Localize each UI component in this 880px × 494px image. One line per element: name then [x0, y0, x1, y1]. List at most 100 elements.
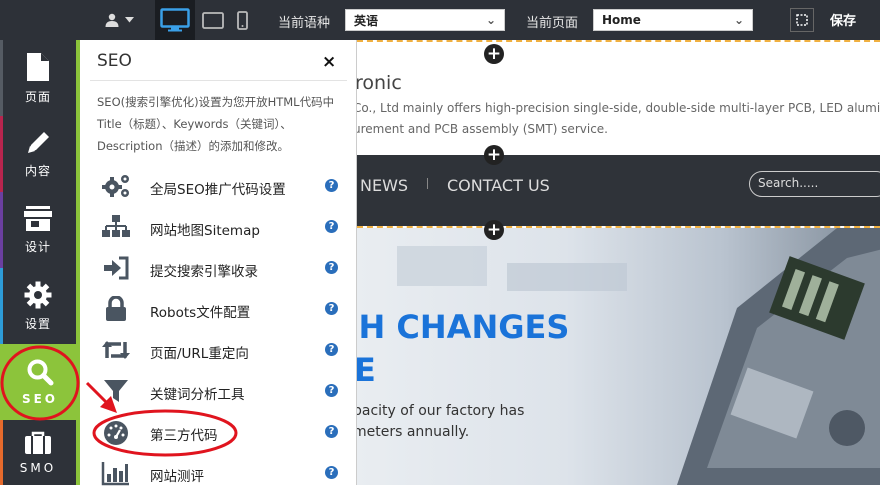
sidebar-item-label: 设计: [24, 239, 51, 254]
file-icon: [27, 52, 49, 81]
sidebar-item-strip: [0, 116, 3, 192]
sitemap-icon: [100, 213, 132, 241]
sidebar-item-design[interactable]: 设计: [0, 192, 76, 268]
gears-icon: [100, 172, 132, 200]
menu-item-label: 页面/URL重定向: [150, 346, 249, 362]
close-icon[interactable]: ×: [322, 52, 336, 72]
seo-panel: SEO × SEO(搜索引擎优化)设置为您开放HTML代码中Title（标题）、…: [80, 40, 357, 486]
gear-icon: [24, 281, 52, 308]
language-value: 英语: [354, 13, 379, 28]
desktop-view-button[interactable]: [155, 0, 195, 40]
retweet-icon: [100, 336, 132, 364]
sign-in-icon: [100, 254, 132, 282]
add-section-button[interactable]: +: [484, 220, 504, 240]
chevron-down-icon: ⌄: [485, 13, 496, 27]
hero-title: CH CHANGES: [357, 308, 570, 346]
store-icon: [24, 205, 52, 231]
menu-item-third-party-code[interactable]: 第三方代码 ?: [80, 412, 357, 453]
menu-item-keyword-tool[interactable]: 关键词分析工具 ?: [80, 371, 357, 412]
sidebar-item-label: SEO: [21, 392, 59, 406]
mobile-icon: [236, 10, 248, 30]
help-icon[interactable]: ?: [325, 425, 338, 438]
company-name: ronic: [357, 72, 402, 94]
site-search-input[interactable]: Search.....: [749, 171, 880, 197]
help-icon[interactable]: ?: [325, 384, 338, 397]
nav-divider: [427, 178, 428, 189]
sidebar-item-label: 设置: [24, 316, 51, 331]
help-icon[interactable]: ?: [325, 179, 338, 192]
page-select[interactable]: Home ⌄: [593, 9, 753, 31]
sidebar-item-strip: [0, 420, 3, 485]
search-icon: [27, 359, 54, 386]
bar-chart-icon: [100, 459, 132, 487]
briefcase-icon: [25, 431, 51, 454]
pencil-icon: [28, 131, 49, 153]
nav-news-link[interactable]: NEWS: [360, 176, 408, 195]
help-icon[interactable]: ?: [325, 220, 338, 233]
add-section-button[interactable]: +: [484, 145, 504, 165]
hero-banner: CH CHANGES E pacity of our factory has m…: [357, 228, 880, 485]
left-sidebar: 页面 内容 设计 设置 SEO SMO: [0, 40, 80, 485]
sidebar-item-strip: [0, 268, 3, 344]
filter-icon: [100, 377, 132, 405]
language-label: 当前语种: [278, 16, 331, 31]
sidebar-item-seo[interactable]: SEO: [0, 344, 80, 420]
menu-item-submit-search[interactable]: 提交搜索引擎收录 ?: [80, 248, 357, 289]
grid-toggle-button[interactable]: [790, 8, 814, 32]
menu-item-sitemap[interactable]: 网站地图Sitemap ?: [80, 207, 357, 248]
header-section: ronic Co., Ltd mainly offers high-precis…: [357, 40, 880, 155]
desktop-icon: [160, 8, 190, 32]
lock-icon: [100, 295, 132, 323]
panel-divider: [90, 80, 347, 81]
user-menu-button[interactable]: [92, 0, 147, 40]
menu-item-label: 全局SEO推广代码设置: [150, 182, 286, 198]
menu-item-label: 网站地图Sitemap: [150, 223, 260, 239]
page-value: Home: [602, 13, 641, 27]
tablet-icon: [202, 11, 224, 29]
panel-title: SEO: [97, 51, 132, 71]
top-toolbar: 当前语种 英语 ⌄ 当前页面 Home ⌄ 保存: [0, 0, 880, 40]
menu-item-redirect[interactable]: 页面/URL重定向 ?: [80, 330, 357, 371]
sidebar-item-settings[interactable]: 设置: [0, 268, 76, 344]
tablet-view-button[interactable]: [199, 0, 227, 40]
menu-item-label: 第三方代码: [150, 428, 218, 444]
sidebar-item-content[interactable]: 内容: [0, 116, 76, 192]
help-icon[interactable]: ?: [325, 302, 338, 315]
language-select[interactable]: 英语 ⌄: [345, 9, 505, 31]
crop-icon: [796, 14, 808, 26]
sidebar-item-label: 内容: [24, 163, 51, 178]
menu-item-site-evaluation[interactable]: 网站测评 ?: [80, 453, 357, 494]
menu-item-global-seo[interactable]: 全局SEO推广代码设置 ?: [80, 166, 357, 207]
page-label: 当前页面: [526, 16, 579, 31]
menu-item-label: 提交搜索引擎收录: [150, 264, 258, 280]
nav-contact-link[interactable]: CONTACT US: [447, 176, 550, 195]
hero-text: pacity of our factory has: [357, 403, 525, 419]
website-preview: ronic Co., Ltd mainly offers high-precis…: [357, 40, 880, 485]
company-intro: Co., Ltd mainly offers high-precision si…: [357, 101, 880, 115]
menu-item-label: 网站测评: [150, 469, 204, 485]
user-icon: [105, 13, 119, 27]
help-icon[interactable]: ?: [325, 261, 338, 274]
help-icon[interactable]: ?: [325, 466, 338, 479]
hero-title-line2: E: [357, 351, 376, 389]
sidebar-item-smo[interactable]: SMO: [0, 420, 76, 485]
sidebar-item-page[interactable]: 页面: [0, 40, 76, 116]
panel-description: SEO(搜索引擎优化)设置为您开放HTML代码中Title（标题）、Keywor…: [97, 95, 335, 153]
hero-text-line2: meters annually.: [357, 424, 470, 440]
dashboard-icon: [100, 418, 132, 446]
add-section-button[interactable]: +: [484, 44, 504, 64]
hero-device-image: [647, 228, 880, 485]
sidebar-item-strip: [0, 192, 3, 268]
help-icon[interactable]: ?: [325, 343, 338, 356]
menu-item-robots[interactable]: Robots文件配置 ?: [80, 289, 357, 330]
company-intro-line2: urement and PCB assembly (SMT) service.: [357, 122, 608, 136]
mobile-view-button[interactable]: [231, 0, 253, 40]
hero-bg-shape: [507, 263, 627, 291]
save-button[interactable]: 保存: [830, 10, 856, 29]
caret-down-icon: [125, 17, 134, 23]
sidebar-item-strip: [0, 40, 3, 116]
menu-item-label: Robots文件配置: [150, 305, 251, 321]
site-navbar: NEWS CONTACT US Search.....: [357, 155, 880, 226]
sidebar-item-label: 页面: [24, 89, 51, 104]
menu-item-label: 关键词分析工具: [150, 387, 245, 403]
